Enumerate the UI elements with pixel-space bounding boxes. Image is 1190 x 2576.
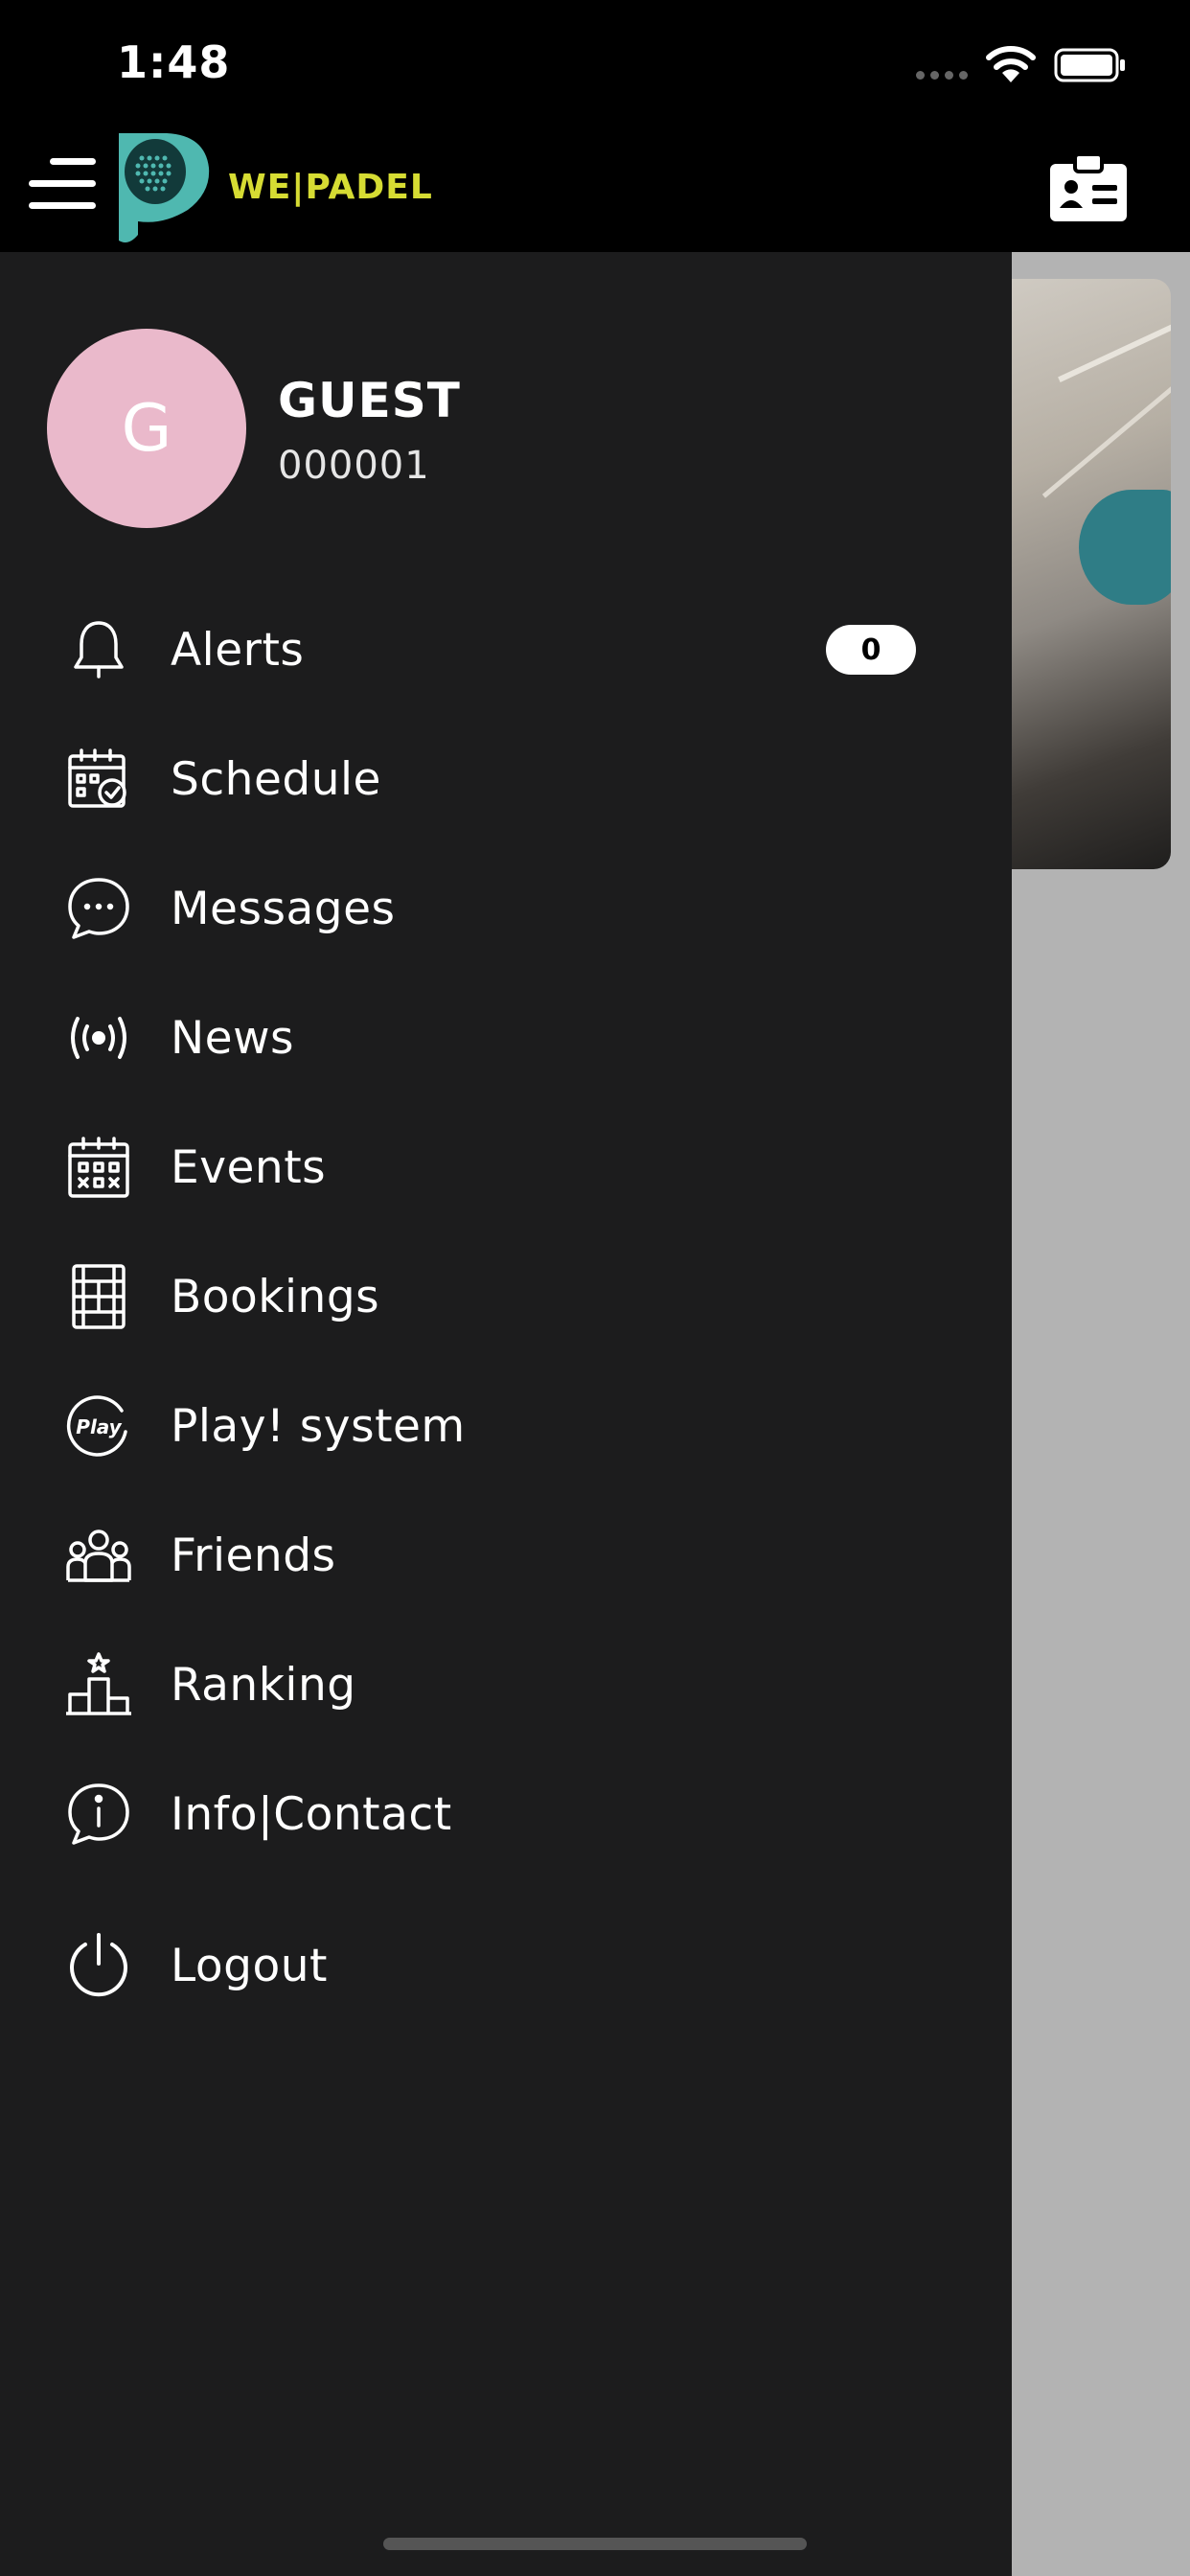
people-icon [61, 1518, 136, 1593]
app-header: WE|PADEL [0, 129, 1190, 252]
menu-item-events[interactable]: Events [0, 1115, 1012, 1220]
court-icon [61, 1259, 136, 1334]
side-drawer: G GUEST 000001 Alerts 0 Schedule Message… [0, 252, 1012, 2576]
menu-label-friends: Friends [171, 1529, 336, 1582]
menu-label-alerts: Alerts [171, 623, 305, 677]
calendar-grid-icon [61, 1130, 136, 1205]
menu-item-play-system[interactable]: Play Play! system [0, 1373, 1012, 1479]
user-name: GUEST [278, 373, 461, 428]
menu-item-friends[interactable]: Friends [0, 1503, 1012, 1608]
calendar-check-icon [61, 742, 136, 816]
hero-image [1012, 279, 1171, 869]
menu-item-bookings[interactable]: Bookings [0, 1244, 1012, 1349]
power-icon [61, 1928, 136, 2003]
avatar[interactable]: G [47, 329, 246, 528]
info-chat-icon [61, 1777, 136, 1852]
menu-item-schedule[interactable]: Schedule [0, 726, 1012, 832]
status-time: 1:48 [117, 36, 231, 88]
user-id: 000001 [278, 444, 430, 488]
bell-icon [61, 612, 136, 687]
menu-label-info-contact: Info|Contact [171, 1787, 452, 1841]
wifi-icon [986, 46, 1036, 82]
menu-item-alerts[interactable]: Alerts 0 [0, 597, 1012, 702]
home-indicator[interactable] [383, 2538, 807, 2550]
id-card-icon[interactable] [1048, 152, 1129, 223]
menu-label-bookings: Bookings [171, 1270, 380, 1323]
menu-label-logout: Logout [171, 1939, 328, 1992]
menu-label-ranking: Ranking [171, 1658, 356, 1712]
svg-text:Play: Play [76, 1415, 122, 1438]
menu-item-news[interactable]: News [0, 985, 1012, 1091]
broadcast-icon [61, 1000, 136, 1075]
podium-icon [61, 1647, 136, 1722]
play-logo-icon: Play [61, 1389, 136, 1463]
menu-item-info-contact[interactable]: Info|Contact [0, 1761, 1012, 1867]
alerts-count-badge: 0 [826, 625, 916, 675]
battery-icon [1054, 48, 1125, 82]
menu-label-messages: Messages [171, 882, 396, 935]
background-content[interactable] [1012, 252, 1190, 2576]
menu-item-messages[interactable]: Messages [0, 856, 1012, 961]
menu-item-logout[interactable]: Logout [0, 1913, 1012, 2018]
brand-name: WE|PADEL [228, 168, 433, 207]
cellular-signal-icon [916, 71, 968, 80]
status-bar: 1:48 [0, 0, 1190, 129]
logo-icon [119, 133, 210, 242]
menu-item-ranking[interactable]: Ranking [0, 1632, 1012, 1737]
chat-bubble-icon [61, 871, 136, 946]
menu-label-play-system: Play! system [171, 1399, 466, 1453]
menu-label-schedule: Schedule [171, 752, 381, 806]
menu-label-events: Events [171, 1140, 327, 1194]
menu-icon[interactable] [29, 158, 96, 212]
menu-label-news: News [171, 1011, 295, 1065]
